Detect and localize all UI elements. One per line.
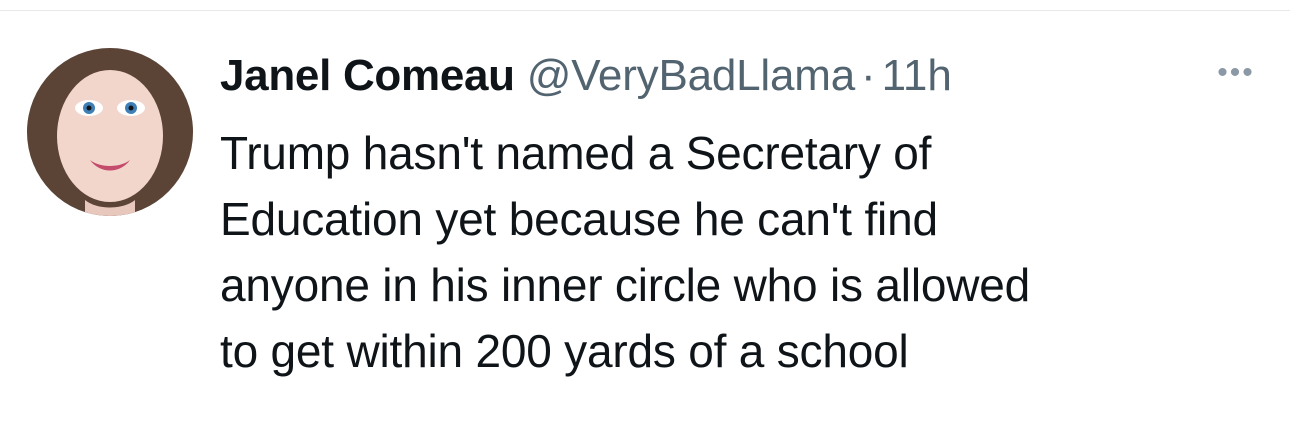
tweet-header: Janel Comeau @VeryBadLlama · 11h: [220, 48, 952, 104]
author-display-name[interactable]: Janel Comeau: [220, 48, 515, 104]
tweet-text: Trump hasn't named a Secretary of Educat…: [220, 120, 1260, 384]
tweet-text-line: anyone in his inner circle who is allowe…: [220, 259, 1031, 311]
tweet-text-line: Education yet because he can't find: [220, 193, 938, 245]
tweet[interactable]: Janel Comeau @VeryBadLlama · 11h ••• Tru…: [0, 0, 1290, 422]
more-options-button[interactable]: •••: [1208, 56, 1264, 89]
tweet-text-line: to get within 200 yards of a school: [220, 325, 909, 377]
more-horizontal-icon: •••: [1217, 56, 1255, 89]
timestamp[interactable]: 11h: [882, 48, 952, 104]
avatar[interactable]: [27, 48, 193, 216]
separator-dot: ·: [860, 51, 876, 100]
author-handle[interactable]: @VeryBadLlama: [527, 48, 855, 104]
tweet-text-line: Trump hasn't named a Secretary of: [220, 127, 932, 179]
